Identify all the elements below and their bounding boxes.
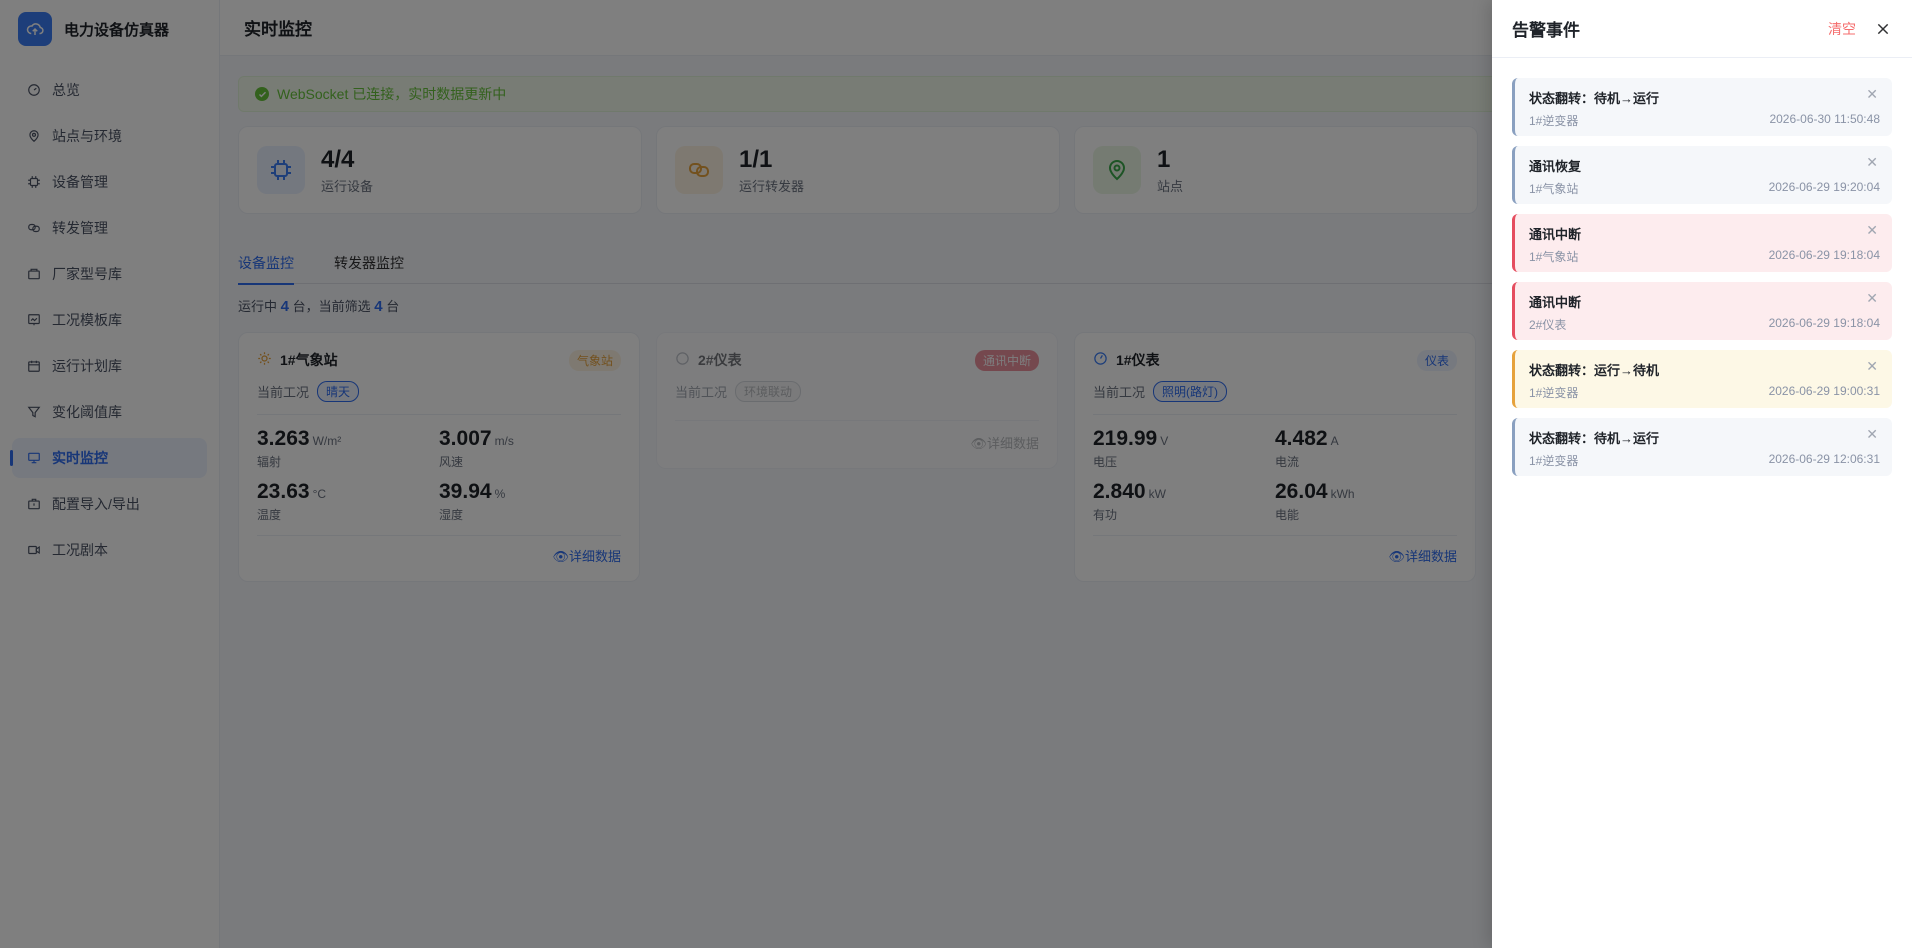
dismiss-icon[interactable]: ✕ xyxy=(1866,290,1878,307)
drawer-title: 告警事件 xyxy=(1512,21,1580,40)
alarm-title: 状态翻转：待机→运行 xyxy=(1529,431,1660,446)
alarm-time: 2026-06-29 19:18:04 xyxy=(1768,316,1880,330)
alarm-item[interactable]: 通讯中断 2#仪表 2026-06-29 19:18:04 ✕ xyxy=(1512,282,1892,340)
dismiss-icon[interactable]: ✕ xyxy=(1866,222,1878,239)
alarm-time: 2026-06-30 11:50:48 xyxy=(1769,112,1880,126)
alarm-title: 通讯恢复 xyxy=(1529,159,1582,174)
dismiss-icon[interactable]: ✕ xyxy=(1866,426,1878,443)
dismiss-icon[interactable]: ✕ xyxy=(1866,358,1878,375)
alarm-list: 状态翻转：待机→运行 1#逆变器 2026-06-30 11:50:48 ✕ 通… xyxy=(1492,58,1912,476)
alarm-title: 状态翻转：运行→待机 xyxy=(1529,363,1660,378)
close-icon[interactable] xyxy=(1874,20,1892,38)
alarm-time: 2026-06-29 19:20:04 xyxy=(1768,180,1880,194)
alarm-time: 2026-06-29 19:18:04 xyxy=(1768,248,1880,262)
alarm-item[interactable]: 状态翻转：待机→运行 1#逆变器 2026-06-30 11:50:48 ✕ xyxy=(1512,78,1892,136)
alarm-drawer: 告警事件 清空 状态翻转：待机→运行 1#逆变器 2026-06-30 11:5… xyxy=(1492,0,1912,948)
alarm-item[interactable]: 状态翻转：待机→运行 1#逆变器 2026-06-29 12:06:31 ✕ xyxy=(1512,418,1892,476)
alarm-title: 通讯中断 xyxy=(1529,295,1582,310)
clear-button[interactable]: 清空 xyxy=(1828,19,1856,39)
alarm-time: 2026-06-29 12:06:31 xyxy=(1768,452,1880,466)
alarm-item[interactable]: 通讯恢复 1#气象站 2026-06-29 19:20:04 ✕ xyxy=(1512,146,1892,204)
drawer-header: 告警事件 清空 xyxy=(1492,0,1912,58)
dismiss-icon[interactable]: ✕ xyxy=(1866,154,1878,171)
alarm-item[interactable]: 通讯中断 1#气象站 2026-06-29 19:18:04 ✕ xyxy=(1512,214,1892,272)
dismiss-icon[interactable]: ✕ xyxy=(1866,86,1878,103)
alarm-title: 状态翻转：待机→运行 xyxy=(1529,91,1660,106)
alarm-title: 通讯中断 xyxy=(1529,227,1582,242)
alarm-item[interactable]: 状态翻转：运行→待机 1#逆变器 2026-06-29 19:00:31 ✕ xyxy=(1512,350,1892,408)
alarm-time: 2026-06-29 19:00:31 xyxy=(1768,384,1880,398)
